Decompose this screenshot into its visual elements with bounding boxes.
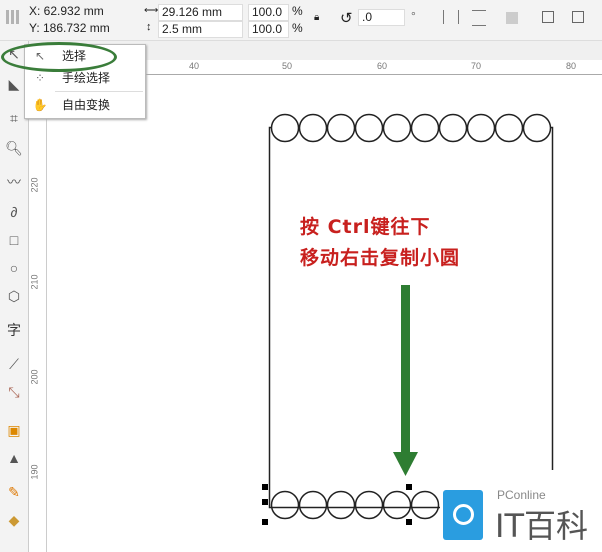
top-circles (270, 113, 552, 143)
circle (494, 113, 524, 143)
circle (382, 113, 412, 143)
circle (354, 490, 384, 520)
rectangle-shape (268, 126, 554, 509)
circle (270, 490, 300, 520)
circle (298, 113, 328, 143)
annotation-line-1: 按 Ctrl键往下 (300, 216, 431, 238)
circle (326, 113, 356, 143)
circle (298, 490, 328, 520)
search-logo-icon (443, 490, 483, 540)
circle (466, 113, 496, 143)
circle (522, 113, 552, 143)
circle (382, 490, 412, 520)
canvas-drawing (262, 113, 554, 525)
green-arrow (393, 285, 418, 476)
logo-brand: PConline (497, 488, 546, 502)
circle (326, 490, 356, 520)
circle (270, 113, 300, 143)
circle (438, 113, 468, 143)
logo-name: IT百科 (495, 507, 588, 545)
bottom-circles (270, 490, 440, 520)
pconline-logo: PConline IT百科 (440, 482, 602, 552)
circle (410, 490, 440, 520)
circle (354, 113, 384, 143)
circle (410, 113, 440, 143)
annotation-line-2: 移动右击复制小圆 (300, 247, 461, 269)
